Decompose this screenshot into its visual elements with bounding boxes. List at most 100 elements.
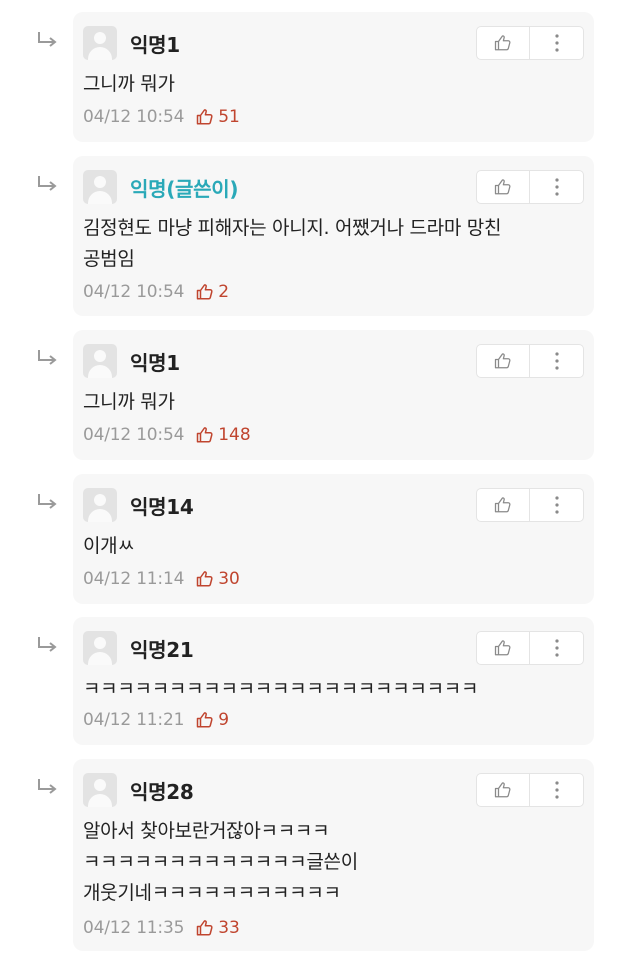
more-vertical-icon [554, 496, 559, 514]
like-button[interactable] [476, 26, 530, 60]
comment-actions [476, 26, 584, 60]
reply-comment: 익명(글쓴이) 김정현도 마냥 피해자는 아니지. 어쨌거나 드라마 망친 공범… [0, 156, 626, 316]
reply-comment: 익명28 알아서 찾아보란거잖아ㅋㅋㅋㅋ ㅋㅋㅋㅋㅋㅋㅋㅋㅋㅋㅋㅋㅋ글쓴이 개웃… [0, 759, 626, 951]
avatar [83, 631, 117, 665]
comment-line: 공범임 [83, 248, 135, 270]
nickname: 익명21 [130, 637, 194, 662]
reply-comment: 익명1 그니까 뭐가 04/12 10:54 148 [0, 330, 626, 460]
like-button[interactable] [476, 170, 530, 204]
more-button[interactable] [530, 488, 584, 522]
comment-meta: 04/12 11:21 9 [83, 707, 229, 733]
comment-time: 04/12 10:54 [83, 282, 185, 302]
comment-actions [476, 773, 584, 807]
comment-text: 그니까 뭐가 [83, 69, 576, 100]
thumbs-up-icon [494, 640, 511, 656]
nickname: 익명1 [130, 350, 180, 375]
reply-comment: 익명14 이개ㅆ 04/12 11:14 30 [0, 474, 626, 604]
more-button[interactable] [530, 26, 584, 60]
avatar [83, 344, 117, 378]
nickname: 익명1 [130, 32, 180, 57]
comment-time: 04/12 11:21 [83, 710, 185, 730]
comment-time: 04/12 11:14 [83, 569, 185, 589]
reply-arrow-icon [38, 637, 57, 652]
like-count: 30 [218, 569, 240, 589]
comment-meta: 04/12 11:35 33 [83, 915, 240, 941]
like-button[interactable] [476, 631, 530, 665]
like-count: 51 [218, 107, 240, 127]
thumbs-up-icon [494, 782, 511, 798]
thumbs-up-icon [196, 712, 213, 728]
reply-comment: 익명1 그니까 뭐가 04/12 10:54 51 [0, 12, 626, 142]
comment-card: 익명28 알아서 찾아보란거잖아ㅋㅋㅋㅋ ㅋㅋㅋㅋㅋㅋㅋㅋㅋㅋㅋㅋㅋ글쓴이 개웃… [73, 759, 594, 951]
comment-header: 익명1 [83, 344, 180, 378]
comment-line: 김정현도 마냥 피해자는 아니지. 어쨌거나 드라마 망친 [83, 217, 502, 239]
comment-line: ㅋㅋㅋㅋㅋㅋㅋㅋㅋㅋㅋㅋㅋㅋㅋㅋㅋㅋㅋㅋㅋㅋㅋ [83, 678, 479, 700]
like-button[interactable] [476, 488, 530, 522]
author-nickname: 익명(글쓴이) [130, 176, 239, 201]
comment-card: 익명21 ㅋㅋㅋㅋㅋㅋㅋㅋㅋㅋㅋㅋㅋㅋㅋㅋㅋㅋㅋㅋㅋㅋㅋ 04/12 11:21… [73, 617, 594, 745]
comment-header: 익명28 [83, 773, 194, 807]
thumbs-up-icon [494, 179, 511, 195]
avatar [83, 488, 117, 522]
reply-arrow-icon [38, 779, 57, 794]
comment-meta: 04/12 10:54 148 [83, 422, 251, 448]
comment-list: 익명1 그니까 뭐가 04/12 10:54 51 익명(글쓴이) 김정현도 마… [0, 0, 626, 960]
comment-meta: 04/12 10:54 2 [83, 279, 229, 305]
more-button[interactable] [530, 773, 584, 807]
like-count: 148 [218, 425, 251, 445]
comment-line: 그니까 뭐가 [83, 391, 175, 413]
avatar [83, 170, 117, 204]
more-vertical-icon [554, 34, 559, 52]
thumbs-up-icon [196, 109, 213, 125]
avatar [83, 773, 117, 807]
comment-line: 이개ㅆ [83, 535, 135, 557]
comment-text: 알아서 찾아보란거잖아ㅋㅋㅋㅋ ㅋㅋㅋㅋㅋㅋㅋㅋㅋㅋㅋㅋㅋ글쓴이 개웃기네ㅋㅋㅋ… [83, 816, 576, 909]
comment-actions [476, 344, 584, 378]
more-button[interactable] [530, 170, 584, 204]
reply-arrow-icon [38, 32, 57, 47]
reply-comment: 익명21 ㅋㅋㅋㅋㅋㅋㅋㅋㅋㅋㅋㅋㅋㅋㅋㅋㅋㅋㅋㅋㅋㅋㅋ 04/12 11:21… [0, 617, 626, 745]
like-button[interactable] [476, 344, 530, 378]
comment-text: 그니까 뭐가 [83, 387, 576, 418]
more-button[interactable] [530, 631, 584, 665]
more-button[interactable] [530, 344, 584, 378]
comment-meta: 04/12 11:14 30 [83, 566, 240, 592]
comment-card: 익명14 이개ㅆ 04/12 11:14 30 [73, 474, 594, 604]
comment-card: 익명1 그니까 뭐가 04/12 10:54 51 [73, 12, 594, 142]
nickname: 익명14 [130, 494, 194, 519]
thumbs-up-icon [196, 284, 213, 300]
comment-actions [476, 631, 584, 665]
comment-time: 04/12 10:54 [83, 425, 185, 445]
more-vertical-icon [554, 178, 559, 196]
thumbs-up-icon [196, 571, 213, 587]
nickname: 익명28 [130, 779, 194, 804]
comment-text: 이개ㅆ [83, 531, 576, 562]
thumbs-up-icon [494, 497, 511, 513]
avatar [83, 26, 117, 60]
comment-line: ㅋㅋㅋㅋㅋㅋㅋㅋㅋㅋㅋㅋㅋ글쓴이 [83, 851, 358, 873]
reply-arrow-icon [38, 176, 57, 191]
comment-card: 익명1 그니까 뭐가 04/12 10:54 148 [73, 330, 594, 460]
reply-arrow-icon [38, 494, 57, 509]
comment-header: 익명1 [83, 26, 180, 60]
comment-meta: 04/12 10:54 51 [83, 104, 240, 130]
more-vertical-icon [554, 639, 559, 657]
comment-card: 익명(글쓴이) 김정현도 마냥 피해자는 아니지. 어쨌거나 드라마 망친 공범… [73, 156, 594, 316]
comment-line: 알아서 찾아보란거잖아ㅋㅋㅋㅋ [83, 820, 330, 842]
comment-text: 김정현도 마냥 피해자는 아니지. 어쨌거나 드라마 망친 공범임 [83, 213, 576, 275]
like-count: 9 [218, 710, 230, 730]
comment-actions [476, 488, 584, 522]
comment-time: 04/12 10:54 [83, 107, 185, 127]
comment-text: ㅋㅋㅋㅋㅋㅋㅋㅋㅋㅋㅋㅋㅋㅋㅋㅋㅋㅋㅋㅋㅋㅋㅋ [83, 674, 576, 705]
comment-actions [476, 170, 584, 204]
thumbs-up-icon [494, 35, 511, 51]
comment-header: 익명14 [83, 488, 194, 522]
more-vertical-icon [554, 781, 559, 799]
like-button[interactable] [476, 773, 530, 807]
comment-line: 개웃기네ㅋㅋㅋㅋㅋㅋㅋㅋㅋㅋㅋ [83, 882, 341, 904]
comment-time: 04/12 11:35 [83, 918, 185, 938]
thumbs-up-icon [196, 920, 213, 936]
reply-arrow-icon [38, 350, 57, 365]
like-count: 2 [218, 282, 230, 302]
comment-header: 익명(글쓴이) [83, 170, 238, 204]
